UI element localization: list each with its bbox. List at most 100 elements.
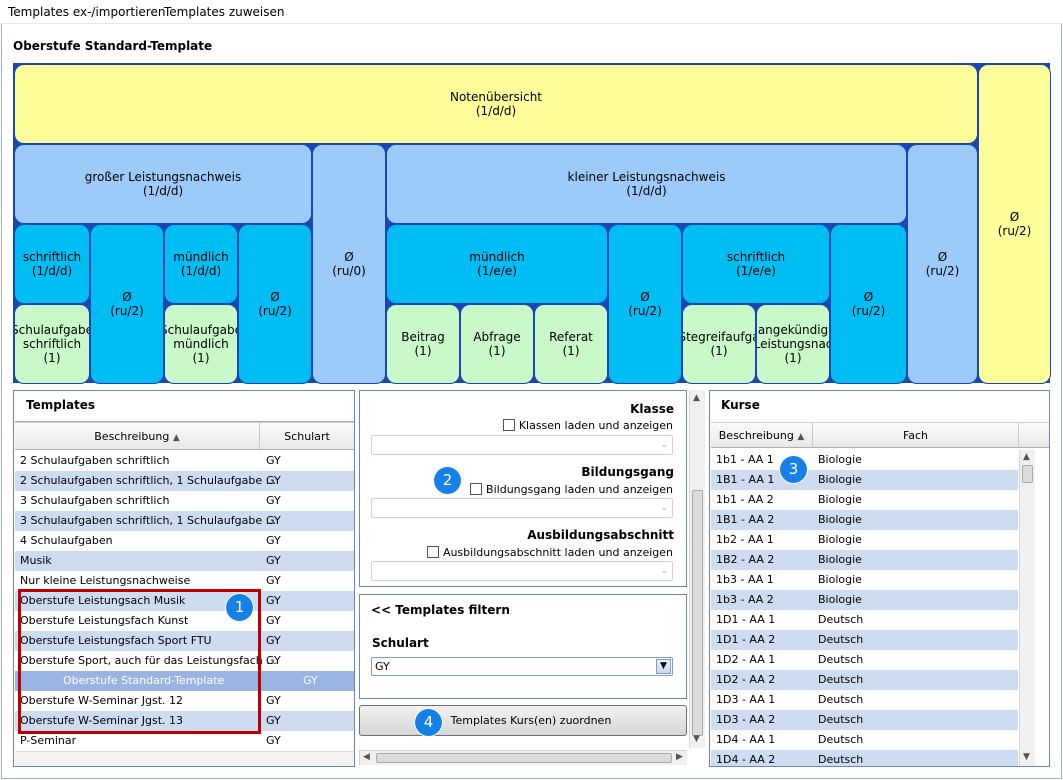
scroll-thumb[interactable]	[1022, 465, 1033, 483]
table-row[interactable]: Musik GY	[15, 551, 354, 571]
node-klein-muendlich[interactable]: mündlich (1/e/e)	[386, 224, 608, 304]
node-stegreifaufgabe[interactable]: Stegreifaufga (1)	[682, 304, 756, 384]
node-gross-schriftlich[interactable]: schriftlich (1/d/d)	[14, 224, 90, 304]
node-schulaufgabe-muendlich[interactable]: Schulaufgabe mündlich (1)	[164, 304, 238, 384]
kurs-fach-cell: Biologie	[818, 533, 862, 546]
filter-panel: Klasse Klassen laden und anzeigen ⌄ Bild…	[359, 390, 687, 587]
sort-ascending-icon: ▲	[797, 432, 805, 442]
table-row[interactable]: 1D3 - AA 1 Deutsch	[711, 690, 1018, 710]
kurs-fach-cell: Biologie	[818, 573, 862, 586]
node-grosser-leistungsnachweis[interactable]: großer Leistungsnachweis (1/d/d)	[14, 144, 312, 224]
table-row[interactable]: 1D4 - AA 1 Deutsch	[711, 730, 1018, 750]
template-schulart-cell: GY	[266, 634, 281, 647]
col-header-fach[interactable]: Fach	[813, 423, 1019, 448]
ausbildungsabschnitt-checkbox-row[interactable]: Ausbildungsabschnitt laden und anzeigen	[426, 546, 673, 559]
node-klein-schriftlich[interactable]: schriftlich (1/e/e)	[682, 224, 830, 304]
scroll-up-icon[interactable]: ▲	[1023, 452, 1030, 462]
kurs-name-cell: 1b2 - AA 1	[716, 533, 774, 546]
scroll-down-icon[interactable]: ▼	[693, 734, 700, 744]
chevron-down-icon[interactable]: ▼	[656, 659, 671, 674]
scroll-up-icon[interactable]: ▲	[693, 393, 700, 403]
node-notenuebersicht[interactable]: Notenübersicht (1/d/d)	[14, 64, 978, 144]
node-gross-muendlich[interactable]: mündlich (1/d/d)	[164, 224, 238, 304]
scroll-left-icon[interactable]: ◀	[363, 752, 370, 762]
node-avg-right[interactable]: Ø (ru/2)	[907, 144, 978, 384]
table-row[interactable]: 1D1 - AA 1 Deutsch	[711, 610, 1018, 630]
kurse-panel: Kurse Beschreibung ▲ Fach 1b1 - AA 1 Biol…	[709, 390, 1050, 767]
klasse-combo[interactable]: ⌄	[371, 435, 673, 455]
table-row[interactable]: 2 Schulaufgaben schriftlich, 1 Schulaufg…	[15, 471, 354, 491]
schulart-select[interactable]: GY ▼	[371, 657, 673, 676]
table-row[interactable]: 1b1 - AA 2 Biologie	[711, 490, 1018, 510]
node-referat[interactable]: Referat (1)	[534, 304, 608, 384]
kurs-name-cell: 1D4 - AA 2	[716, 753, 776, 766]
klasse-checkbox[interactable]	[502, 419, 515, 431]
col-header-schulart[interactable]: Schulart	[260, 423, 354, 450]
kurs-name-cell: 1B1 - AA 1	[716, 473, 775, 486]
template-name-cell: Musik	[20, 554, 52, 567]
node-klein-avg2[interactable]: Ø (ru/2)	[830, 224, 907, 384]
kurs-fach-cell: Biologie	[818, 553, 862, 566]
templates-filtern-title[interactable]: << Templates filtern	[371, 603, 510, 617]
bildungsgang-checkbox-row[interactable]: Bildungsgang laden und anzeigen	[470, 483, 673, 496]
template-schulart-cell: GY	[266, 514, 281, 527]
templates-panel-title: Templates	[26, 398, 96, 412]
bildungsgang-combo[interactable]: ⌄	[371, 498, 673, 518]
node-kleiner-leistungsnachweis[interactable]: kleiner Leistungsnachweis (1/d/d)	[386, 144, 907, 224]
table-row[interactable]: 1D4 - AA 2 Deutsch	[711, 750, 1018, 766]
node-avg-ru0[interactable]: Ø (ru/0)	[312, 144, 386, 384]
ausbildungsabschnitt-combo[interactable]: ⌄	[371, 561, 673, 581]
table-row[interactable]: P-Seminar GY	[15, 731, 354, 751]
ausbildungsabschnitt-label: Ausbildungsabschnitt	[527, 528, 674, 542]
kurse-vertical-scrollbar[interactable]: ▲ ▼	[1019, 450, 1035, 766]
node-schulaufgabe-schriftlich[interactable]: Schulaufgabe schriftlich (1)	[14, 304, 90, 384]
scroll-right-icon[interactable]: ▶	[676, 752, 683, 762]
scroll-down-icon[interactable]: ▼	[1023, 752, 1030, 762]
template-title: Oberstufe Standard-Template	[13, 39, 213, 53]
table-row[interactable]: 3 Schulaufgaben schriftlich GY	[15, 491, 354, 511]
bildungsgang-checkbox[interactable]	[470, 483, 483, 495]
table-row[interactable]: 4 Schulaufgaben GY	[15, 531, 354, 551]
chevron-down-icon: ⌄	[660, 566, 668, 576]
template-schulart-cell: GY	[266, 574, 281, 587]
node-angekuendigt[interactable]: angekündig Leistungsnac (1)	[756, 304, 830, 384]
table-row[interactable]: 2 Schulaufgaben schriftlich GY	[15, 451, 354, 471]
menu-templates-zuweisen[interactable]: Templates zuweisen	[164, 5, 285, 19]
middle-vertical-scrollbar[interactable]: ▲ ▼	[689, 390, 705, 748]
scroll-thumb[interactable]	[376, 753, 672, 763]
scroll-thumb[interactable]	[692, 490, 703, 736]
template-schulart-cell: GY	[266, 534, 281, 547]
annotation-badge-3: 3	[780, 456, 807, 483]
templates-zuordnen-button[interactable]: Templates Kurs(en) zuordnen	[359, 705, 687, 736]
table-row[interactable]: 1B1 - AA 1 Biologie	[711, 470, 1018, 490]
col-header-beschreibung[interactable]: Beschreibung ▲	[15, 423, 260, 450]
col-header-kurs-beschreibung[interactable]: Beschreibung ▲	[711, 423, 813, 448]
table-row[interactable]: 1b3 - AA 2 Biologie	[711, 590, 1018, 610]
table-row[interactable]: 3 Schulaufgaben schriftlich, 1 Schulaufg…	[15, 511, 354, 531]
template-schulart-cell: GY	[266, 614, 281, 627]
klasse-checkbox-row[interactable]: Klassen laden und anzeigen	[502, 419, 673, 432]
middle-horizontal-scrollbar[interactable]: ◀ ▶	[359, 750, 687, 765]
ausbildungsabschnitt-checkbox[interactable]	[426, 546, 439, 558]
node-gross-avg2[interactable]: Ø (ru/2)	[238, 224, 312, 384]
node-beitrag[interactable]: Beitrag (1)	[386, 304, 460, 384]
table-row[interactable]: 1b1 - AA 1 Biologie	[711, 450, 1018, 470]
table-row[interactable]: 1B1 - AA 2 Biologie	[711, 510, 1018, 530]
menu-templates-ex-import[interactable]: Templates ex-/importieren	[8, 5, 165, 19]
table-row[interactable]: 1D2 - AA 2 Deutsch	[711, 670, 1018, 690]
templates-panel: Templates Beschreibung ▲ Schulart 2 Schu…	[13, 390, 355, 767]
template-schulart-cell: GY	[266, 714, 281, 727]
table-row[interactable]: Nur kleine Leistungsnachweise GY	[15, 571, 354, 591]
node-abfrage[interactable]: Abfrage (1)	[460, 304, 534, 384]
node-klein-avg1[interactable]: Ø (ru/2)	[608, 224, 682, 384]
table-row[interactable]: 1D3 - AA 2 Deutsch	[711, 710, 1018, 730]
node-gross-avg1[interactable]: Ø (ru/2)	[90, 224, 164, 384]
table-row[interactable]: 1B2 - AA 2 Biologie	[711, 550, 1018, 570]
node-avg-total[interactable]: Ø (ru/2)	[978, 64, 1051, 384]
kurse-grid-body: 1b1 - AA 1 Biologie 1B1 - AA 1 Biologie 1b1 …	[711, 450, 1018, 766]
highlight-frame	[18, 589, 261, 734]
table-row[interactable]: 1D2 - AA 1 Deutsch	[711, 650, 1018, 670]
table-row[interactable]: 1b2 - AA 1 Biologie	[711, 530, 1018, 550]
table-row[interactable]: 1D1 - AA 2 Deutsch	[711, 630, 1018, 650]
table-row[interactable]: 1b3 - AA 1 Biologie	[711, 570, 1018, 590]
